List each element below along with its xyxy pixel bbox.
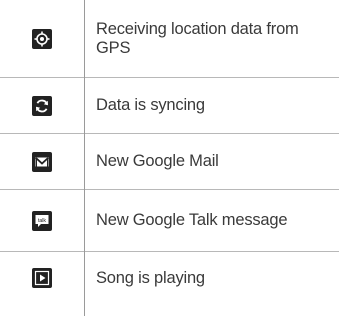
table-row: Song is playing xyxy=(0,252,339,304)
google-talk-icon: talk xyxy=(32,210,52,231)
icon-cell: talk xyxy=(0,190,84,251)
table-row: Data is syncing xyxy=(0,78,339,134)
row-description: New Google Talk message xyxy=(96,211,288,229)
play-icon xyxy=(32,268,52,288)
row-description: New Google Mail xyxy=(96,152,219,170)
table-row: talk New Google Talk message xyxy=(0,190,339,252)
icon-cell xyxy=(0,0,84,77)
icon-cell xyxy=(0,134,84,189)
gps-location-icon xyxy=(32,28,52,49)
icon-cell xyxy=(0,252,84,304)
icon-cell xyxy=(0,78,84,133)
table-row: New Google Mail xyxy=(0,134,339,190)
column-divider xyxy=(84,0,85,316)
row-description: Song is playing xyxy=(96,268,205,287)
row-description: Data is syncing xyxy=(96,96,205,114)
table-row: Receiving location data from GPS xyxy=(0,0,339,78)
sync-icon xyxy=(32,95,52,116)
svg-text:talk: talk xyxy=(38,217,46,223)
row-description: Receiving location data from GPS xyxy=(96,19,299,57)
gmail-icon xyxy=(32,151,52,172)
